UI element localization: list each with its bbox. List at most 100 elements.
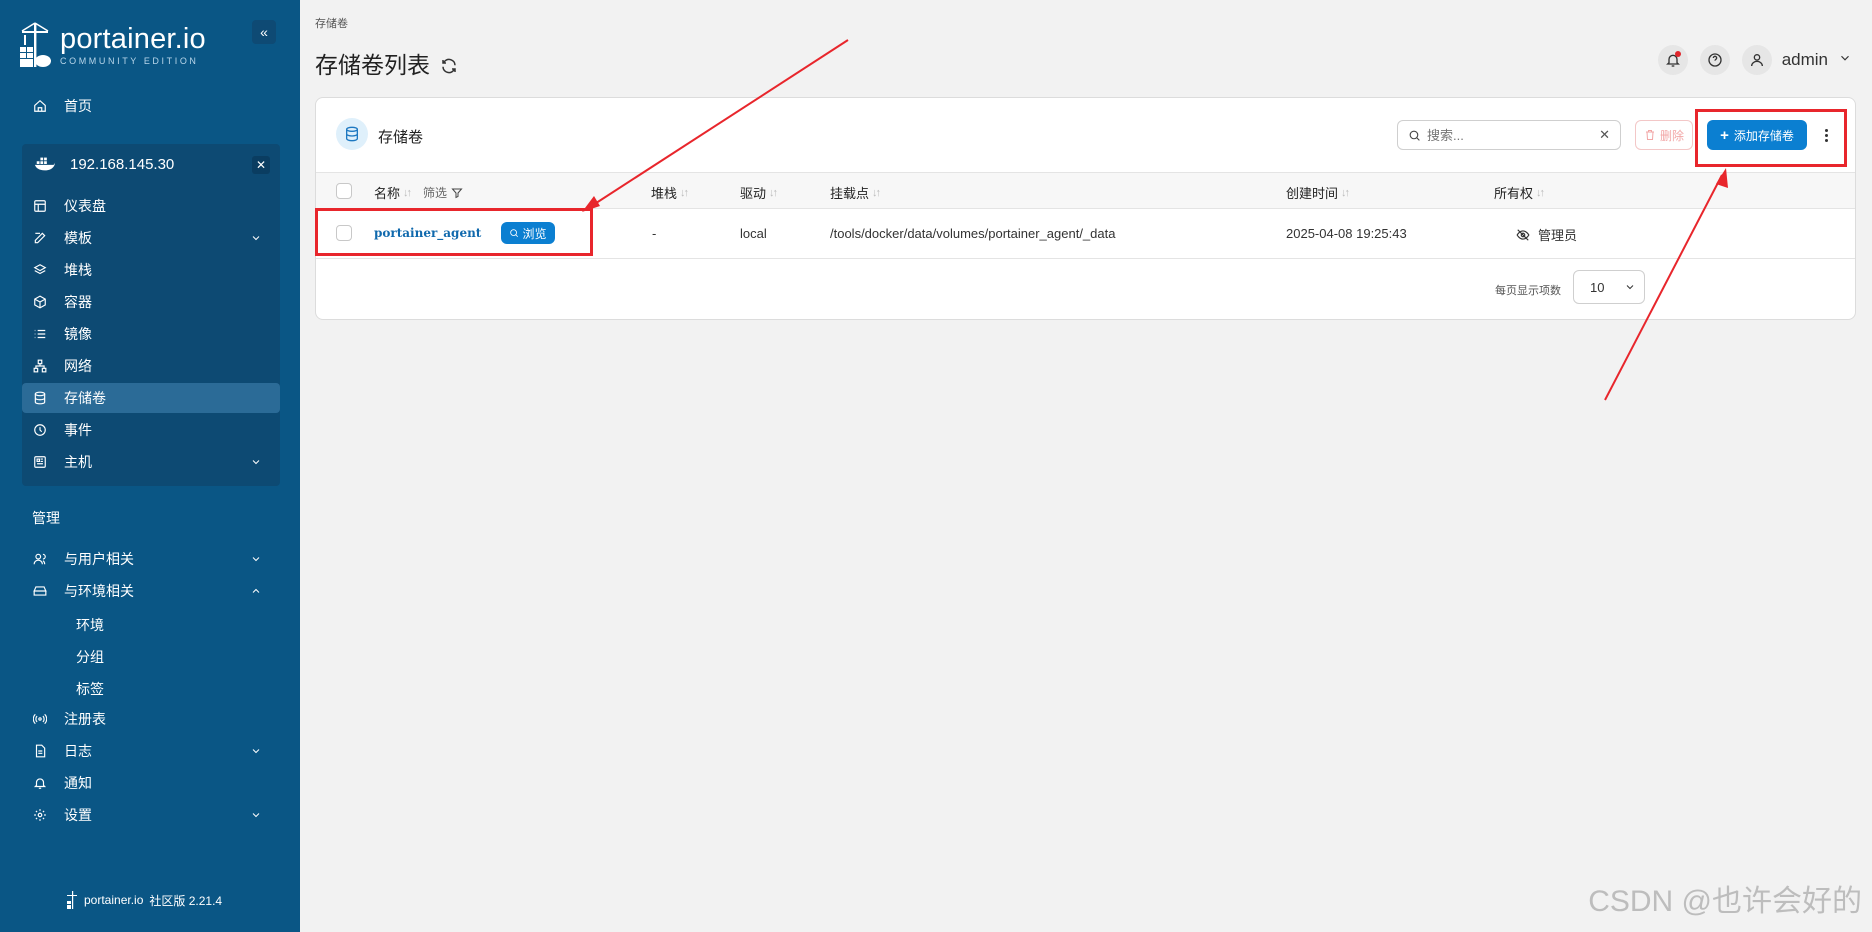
search-icon (1409, 130, 1420, 141)
double-chevron-left-icon: « (260, 24, 268, 40)
close-environment-button[interactable]: ✕ (252, 156, 270, 174)
sidebar-item-label: 堆栈 (64, 262, 92, 278)
sidebar-item-volumes[interactable]: 存储卷 (22, 383, 280, 413)
cell-driver: local (740, 226, 767, 241)
portainer-logo[interactable]: portainer.io COMMUNITY EDITION (18, 20, 218, 70)
sidebar-subitem-groups[interactable]: 分组 (76, 647, 104, 667)
cell-mountpoint: /tools/docker/data/volumes/portainer_age… (830, 226, 1116, 241)
sidebar-item-host[interactable]: 主机 (22, 447, 280, 477)
environment-header[interactable]: 192.168.145.30 (22, 144, 280, 184)
notification-dot (1674, 51, 1681, 57)
user-menu[interactable]: admin (1741, 45, 1852, 75)
sidebar-item-logs[interactable]: 日志 (22, 736, 280, 766)
sidebar: portainer.io COMMUNITY EDITION « 首页 192.… (0, 0, 300, 932)
column-name[interactable]: 名称 ↓↑ 筛选 (374, 183, 463, 202)
sidebar-item-templates[interactable]: 模板 (22, 223, 280, 253)
sidebar-item-settings[interactable]: 设置 (22, 800, 280, 830)
sidebar-item-label: 镜像 (64, 326, 92, 342)
ownership-label: 管理员 (1538, 228, 1578, 243)
sidebar-item-users[interactable]: 与用户相关 (22, 544, 280, 574)
sidebar-item-images[interactable]: 镜像 (22, 319, 280, 349)
notifications-button[interactable] (1657, 45, 1688, 75)
main-content: 存储卷 存储卷列表 admin 存储卷 搜索... ✕ 删除 + 添加存储卷 名… (300, 0, 1872, 932)
chevron-down-icon (1838, 50, 1852, 70)
admin-section-title: 管理 (32, 510, 60, 526)
user-icon (1750, 54, 1763, 67)
column-stack[interactable]: 堆栈 ↓↑ (651, 183, 689, 202)
chevron-down-icon (250, 231, 264, 245)
sidebar-item-label: 通知 (64, 775, 92, 791)
sidebar-item-containers[interactable]: 容器 (22, 287, 280, 317)
sidebar-item-label: 首页 (64, 98, 92, 114)
sidebar-item-dashboard[interactable]: 仪表盘 (22, 191, 280, 221)
filter-button[interactable]: 筛选 (423, 184, 463, 201)
box-icon (32, 294, 48, 310)
portainer-crane-icon (20, 22, 51, 67)
sidebar-item-home[interactable]: 首页 (22, 91, 280, 121)
portainer-crane-icon (67, 891, 77, 909)
delete-label: 删除 (1659, 128, 1684, 143)
sort-icon: ↓↑ (403, 186, 412, 199)
help-icon (1708, 53, 1722, 67)
sidebar-item-label: 注册表 (64, 711, 106, 727)
column-stack-label: 堆栈 (651, 186, 678, 201)
column-driver-label: 驱动 (740, 186, 767, 201)
sidebar-item-label: 事件 (64, 422, 92, 438)
file-text-icon (32, 743, 48, 759)
search-field[interactable]: ✕ (1397, 120, 1621, 150)
sidebar-item-notifications[interactable]: 通知 (22, 768, 280, 798)
per-page-select[interactable]: 10 (1573, 270, 1645, 304)
sort-icon: ↓↑ (1341, 186, 1350, 199)
filter-label: 筛选 (423, 186, 448, 200)
filter-icon (451, 188, 463, 198)
column-mountpoint[interactable]: 挂载点 ↓↑ (830, 183, 881, 202)
per-page-label: 每页显示项数 (1495, 285, 1561, 297)
sort-icon: ↓↑ (1536, 186, 1545, 199)
per-page-value: 10 (1590, 279, 1605, 295)
column-ownership[interactable]: 所有权 ↓↑ (1494, 183, 1545, 202)
edit-icon (32, 230, 48, 246)
footer-version: 社区版 2.21.4 (149, 893, 223, 908)
collapse-sidebar-button[interactable]: « (252, 20, 276, 44)
column-ownership-label: 所有权 (1494, 186, 1534, 201)
cell-created: 2025-04-08 19:25:43 (1286, 226, 1407, 241)
refresh-icon[interactable] (440, 54, 458, 74)
select-all-checkbox[interactable] (336, 183, 352, 199)
search-input[interactable] (1427, 127, 1577, 143)
bell-icon (32, 775, 48, 791)
gear-icon (32, 807, 48, 823)
sidebar-item-label: 仪表盘 (64, 198, 106, 214)
sidebar-item-label: 设置 (64, 807, 92, 823)
brand-edition: COMMUNITY EDITION (60, 55, 199, 66)
username: admin (1781, 50, 1828, 69)
sidebar-subitem-tags[interactable]: 标签 (76, 679, 104, 699)
sidebar-item-stacks[interactable]: 堆栈 (22, 255, 280, 285)
clear-search-icon[interactable]: ✕ (1599, 127, 1610, 143)
radio-icon (32, 711, 48, 727)
chevron-down-icon (250, 808, 264, 822)
breadcrumb[interactable]: 存储卷 (315, 15, 348, 31)
sidebar-item-label: 网络 (64, 358, 92, 374)
clock-icon (32, 422, 48, 438)
sidebar-item-environment-related[interactable]: 与环境相关 (22, 576, 280, 606)
environment-name: 192.168.145.30 (70, 155, 175, 173)
sidebar-item-networks[interactable]: 网络 (22, 351, 280, 381)
footer-brand-name: portainer.io (84, 893, 144, 907)
help-button[interactable] (1699, 45, 1730, 75)
delete-button[interactable]: 删除 (1635, 120, 1693, 150)
sidebar-item-registries[interactable]: 注册表 (22, 704, 280, 734)
sidebar-subitem-environments[interactable]: 环境 (76, 615, 104, 635)
table-header: 名称 ↓↑ 筛选 堆栈 ↓↑ 驱动 ↓↑ 挂载点 ↓↑ 创建时间 ↓↑ 所有权 ↓↑ (316, 172, 1855, 209)
chevron-down-icon (250, 552, 264, 566)
sort-icon: ↓↑ (769, 186, 778, 199)
page-title-text: 存储卷列表 (315, 52, 430, 78)
column-driver[interactable]: 驱动 ↓↑ (740, 183, 778, 202)
column-created-label: 创建时间 (1286, 186, 1339, 201)
sidebar-item-events[interactable]: 事件 (22, 415, 280, 445)
chevron-down-icon (250, 455, 264, 469)
sort-icon: ↓↑ (872, 186, 881, 199)
card-header: 存储卷 ✕ 删除 + 添加存储卷 (316, 98, 1855, 172)
layers-icon (32, 262, 48, 278)
column-created[interactable]: 创建时间 ↓↑ (1286, 183, 1350, 202)
sidebar-item-label: 主机 (64, 454, 92, 470)
